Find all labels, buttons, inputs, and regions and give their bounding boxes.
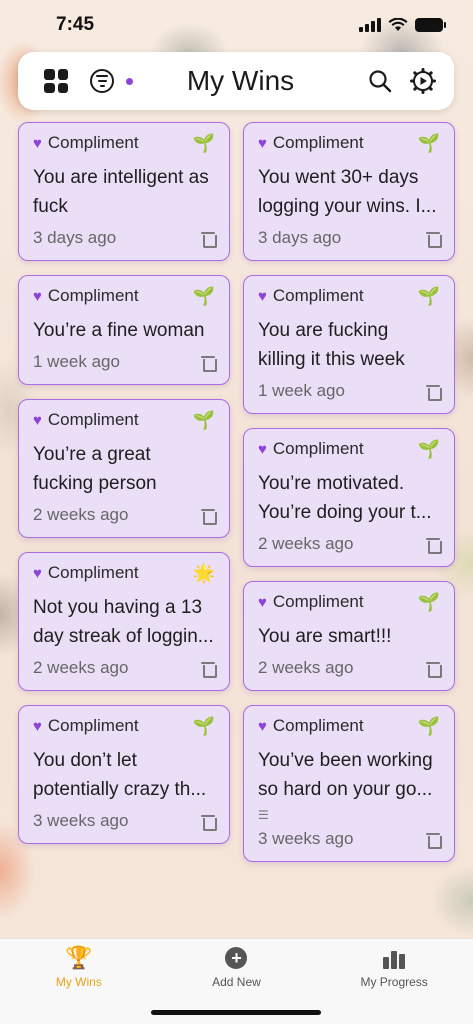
win-card[interactable]: ♥ Compliment 🌱 You are fucking killing it… [243, 275, 455, 414]
card-category: Compliment [47, 410, 139, 429]
card-timestamp: 1 week ago [258, 381, 345, 400]
win-card[interactable]: ♥ Compliment 🌟 Not you having a 13 day st… [18, 552, 230, 691]
win-card[interactable]: ♥ Compliment 🌱 You’re motivated. You’re d… [243, 428, 455, 567]
card-text: You’re a great fucking person [33, 444, 157, 494]
card-timestamp: 1 week ago [33, 352, 120, 371]
win-card[interactable]: ♥ Compliment 🌱 You are intelligent as fuc… [18, 122, 230, 261]
wins-column-left: ♥ Compliment 🌱 You are intelligent as fuc… [18, 122, 230, 844]
trash-icon[interactable] [201, 660, 217, 678]
card-category: Compliment [47, 563, 139, 582]
home-indicator [151, 1010, 321, 1015]
trash-icon[interactable] [201, 507, 217, 525]
sprout-icon: 🌱 [417, 133, 440, 153]
trash-icon[interactable] [426, 831, 442, 849]
sprout-icon: 🌱 [192, 410, 215, 430]
card-text: You’ve been working so hard on your go..… [258, 750, 433, 800]
status-bar: 7:45 [0, 0, 473, 50]
status-time: 7:45 [56, 14, 95, 35]
heart-icon: ♥ [258, 134, 267, 152]
heart-icon: ♥ [33, 717, 42, 735]
card-text: You are intelligent as fuck [33, 167, 209, 217]
heart-icon: ♥ [258, 593, 267, 611]
card-category: Compliment [272, 716, 364, 735]
plus-circle-icon: + [225, 947, 248, 969]
tab-label: My Wins [55, 975, 102, 989]
trash-icon[interactable] [426, 536, 442, 554]
heart-icon: ♥ [33, 411, 42, 429]
search-button[interactable] [368, 69, 392, 93]
heart-icon: ♥ [33, 564, 42, 582]
wins-column-right: ♥ Compliment 🌱 You went 30+ days logging … [243, 122, 455, 862]
card-category: Compliment [272, 439, 364, 458]
card-category: Compliment [272, 133, 364, 152]
heart-icon: ♥ [258, 287, 267, 305]
filter-icon [90, 69, 114, 93]
card-timestamp: 3 weeks ago [258, 829, 354, 848]
tab-label: Add New [212, 975, 261, 989]
bar-chart-icon [383, 947, 406, 969]
win-card[interactable]: ♥ Compliment 🌱 You are smart!!! 2 weeks a… [243, 581, 455, 691]
win-card[interactable]: ♥ Compliment 🌱 You’re a fine woman 1 week… [18, 275, 230, 385]
card-text: You’re a fine woman [33, 320, 205, 341]
trash-icon[interactable] [201, 354, 217, 372]
card-category: Compliment [47, 133, 139, 152]
card-category: Compliment [47, 716, 139, 735]
trash-icon[interactable] [201, 230, 217, 248]
page-title: My Wins [186, 65, 295, 96]
card-timestamp: 2 weeks ago [33, 658, 129, 677]
trash-icon[interactable] [426, 230, 442, 248]
sprout-icon: 🌱 [417, 286, 440, 306]
tab-my-wins[interactable]: 🏆 My Wins [19, 945, 139, 990]
trophy-icon: 🏆 [65, 945, 93, 970]
heart-icon: ♥ [258, 440, 267, 458]
tab-my-progress[interactable]: My Progress [334, 947, 454, 989]
filter-button[interactable] [90, 69, 114, 93]
card-text: You are fucking killing it this week [258, 320, 405, 370]
win-card[interactable]: ♥ Compliment 🌱 You went 30+ days logging … [243, 122, 455, 261]
trash-icon[interactable] [426, 383, 442, 401]
sprout-icon: 🌱 [417, 716, 440, 736]
grid-icon [44, 69, 68, 93]
star-icon: 🌟 [192, 563, 215, 583]
sprout-icon: 🌱 [192, 286, 215, 306]
grid-view-button[interactable] [44, 69, 68, 93]
card-text: You don’t let potentially crazy th... [33, 750, 207, 800]
card-text: You went 30+ days logging your wins. I..… [258, 167, 437, 217]
sprout-icon: 🌱 [417, 439, 440, 459]
top-header: My Wins [18, 52, 454, 110]
sprout-icon: 🌱 [192, 133, 215, 153]
win-card[interactable]: ♥ Compliment 🌱 You don’t let potentially … [18, 705, 230, 844]
notes-icon: ☰ [258, 808, 269, 822]
sprout-icon: 🌱 [192, 716, 215, 736]
card-timestamp: 3 weeks ago [33, 811, 129, 830]
card-text: You are smart!!! [258, 626, 392, 647]
gear-play-icon [410, 68, 436, 94]
trash-icon[interactable] [201, 813, 217, 831]
heart-icon: ♥ [258, 717, 267, 735]
card-timestamp: 2 weeks ago [258, 658, 354, 677]
battery-icon [415, 18, 446, 32]
search-icon [369, 70, 392, 93]
heart-icon: ♥ [33, 134, 42, 152]
card-timestamp: 2 weeks ago [33, 505, 129, 524]
card-category: Compliment [272, 286, 364, 305]
trash-icon[interactable] [426, 660, 442, 678]
wifi-icon [388, 18, 408, 31]
tab-label: My Progress [360, 975, 428, 989]
tab-add-new[interactable]: + Add New [176, 947, 296, 989]
sprout-icon: 🌱 [417, 592, 440, 612]
card-timestamp: 2 weeks ago [258, 534, 354, 553]
card-category: Compliment [47, 286, 139, 305]
card-timestamp: 3 days ago [258, 228, 342, 247]
card-text: Not you having a 13 day streak of loggin… [33, 597, 214, 647]
win-card[interactable]: ♥ Compliment 🌱 You’re a great fucking per… [18, 399, 230, 538]
heart-icon: ♥ [33, 287, 42, 305]
settings-button[interactable] [410, 68, 436, 94]
card-category: Compliment [272, 592, 364, 611]
card-text: You’re motivated. You’re doing your t... [258, 473, 432, 523]
card-timestamp: 3 days ago [33, 228, 117, 247]
signal-icon [359, 18, 381, 32]
status-icons [359, 18, 446, 32]
win-card[interactable]: ♥ Compliment 🌱 You’ve been working so har… [243, 705, 455, 862]
